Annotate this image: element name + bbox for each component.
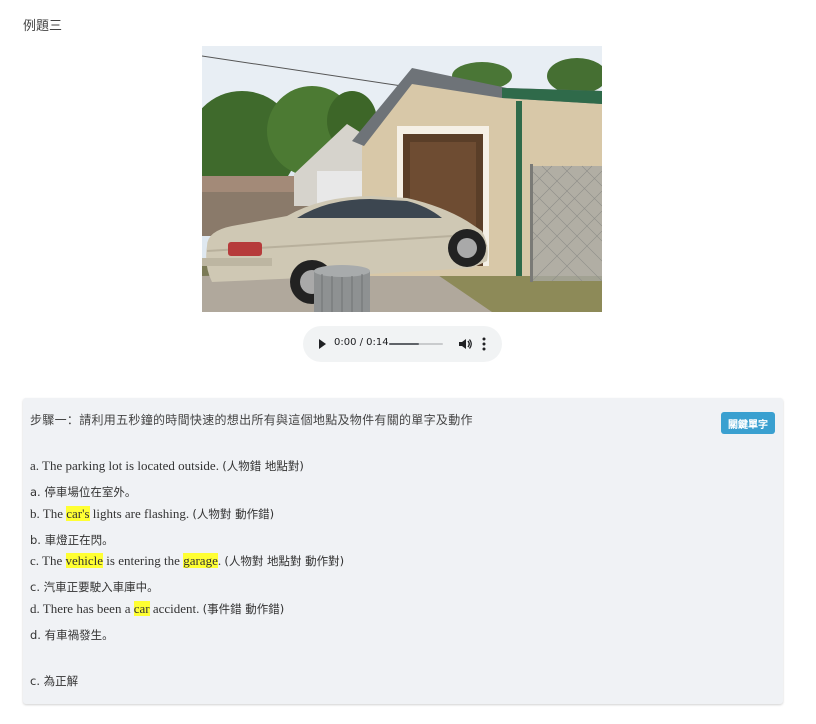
garage-car-photo: [202, 46, 602, 312]
option-a-zh: a. 停車場位在室外。: [30, 485, 137, 499]
option-a-en: a. The parking lot is located outside. (…: [30, 458, 304, 473]
highlight-word: vehicle: [65, 553, 104, 568]
volume-icon[interactable]: [458, 337, 472, 351]
option-b-en: b. The car's lights are flashing. (人物對 動…: [30, 506, 275, 521]
exercise-panel: 步驟一：請利用五秒鐘的時間快速的想出所有與這個地點及物件有關的單字及動作 關鍵單…: [23, 398, 783, 704]
play-icon[interactable]: [317, 337, 327, 351]
example-title: 例題三: [23, 19, 63, 34]
audio-time: 0:00 / 0:14: [334, 337, 389, 348]
audio-progress-bar[interactable]: [389, 343, 443, 345]
highlight-word: car: [133, 601, 150, 616]
audio-player[interactable]: 0:00 / 0:14: [303, 326, 502, 362]
option-b-zh: b. 車燈正在閃。: [30, 533, 114, 547]
option-c-en: c. The vehicle is entering the garage. (…: [30, 553, 345, 568]
option-c-zh: c. 汽車正要駛入車庫中。: [30, 580, 159, 594]
highlight-word: garage: [183, 553, 218, 568]
correct-answer: c. 為正解: [30, 674, 79, 688]
highlight-word: car's: [66, 506, 90, 521]
step-instruction: 步驟一：請利用五秒鐘的時間快速的想出所有與這個地點及物件有關的單字及動作: [30, 413, 473, 427]
key-vocab-button[interactable]: 關鍵單字: [721, 412, 775, 434]
option-d-en: d. There has been a car accident. (事件錯 動…: [30, 601, 285, 616]
option-d-zh: d. 有車禍發生。: [30, 628, 114, 642]
more-options-icon[interactable]: [481, 336, 487, 352]
